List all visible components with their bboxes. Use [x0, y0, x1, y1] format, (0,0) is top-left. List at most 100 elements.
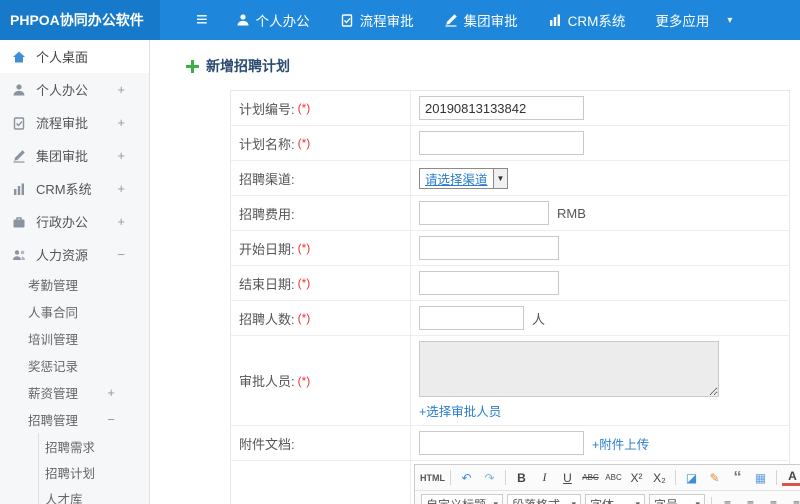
form-row-headcount: 招聘人数: (*) 人 [231, 301, 789, 336]
nav-label: CRM系统 [567, 14, 626, 29]
underline-button[interactable]: U [557, 468, 578, 488]
paragraph-format-select[interactable]: 段落格式 ▾ [507, 493, 581, 504]
sidebar-item-hr-contract[interactable]: 人事合同 [0, 298, 149, 325]
font-family-select[interactable]: 字体 ▾ [585, 493, 645, 504]
approver-textarea[interactable] [419, 341, 719, 397]
subscript-button[interactable]: X₂ [649, 468, 670, 488]
plan-name-input[interactable] [419, 131, 584, 155]
editor-toolbar-row2: 自定义标题 ▾ 段落格式 ▾ 字体 ▾ [415, 491, 800, 504]
expand-icon[interactable]: + [117, 149, 125, 162]
superscript-button[interactable]: X² [626, 468, 647, 488]
sidebar-item-recruit-plan[interactable]: 招聘计划 [39, 459, 149, 485]
sidebar-item-recruit-demand[interactable]: 招聘需求 [39, 433, 149, 459]
sidebar-item-label: 培训管理 [28, 333, 79, 347]
headcount-input[interactable] [419, 306, 524, 330]
choose-approver-link[interactable]: +选择审批人员 [419, 401, 501, 420]
sidebar-item-hr[interactable]: 人力资源 − [0, 238, 149, 271]
sidebar-item-admin-office[interactable]: 行政办公 + [0, 205, 149, 238]
sidebar-item-recruit-mgmt[interactable]: 招聘管理 − [0, 406, 149, 433]
align-left-icon[interactable]: ≡ [717, 494, 738, 504]
sidebar-item-reward-record[interactable]: 奖惩记录 [0, 352, 149, 379]
sidebar-item-label: 奖惩记录 [28, 360, 79, 374]
redo-icon[interactable]: ↷ [479, 468, 500, 488]
sidebar-item-process-approval[interactable]: 流程审批 + [0, 106, 149, 139]
nav-label: 更多应用 [655, 14, 710, 29]
table-icon[interactable]: ▦ [750, 468, 771, 488]
bold-button[interactable]: B [511, 468, 532, 488]
font-color-button[interactable]: A [782, 469, 800, 486]
sidebar-item-label: 个人桌面 [36, 50, 89, 65]
blockquote-icon[interactable]: “ [727, 468, 748, 488]
page-title: 新增招聘计划 [186, 56, 790, 76]
toolbar-separator [450, 470, 451, 485]
menu-toggle-icon[interactable]: ≡ [196, 10, 208, 30]
html-source-button[interactable]: HTML [420, 468, 445, 488]
sidebar-item-desktop[interactable]: 个人桌面 [0, 40, 149, 73]
expand-icon[interactable]: + [117, 83, 125, 96]
nav-personal-office[interactable]: 个人办公 [236, 10, 310, 30]
font-family-value: 字体 [590, 496, 614, 504]
form-row-plan-name: 计划名称: (*) [231, 126, 789, 161]
collapse-icon[interactable]: − [117, 248, 125, 261]
nav-label: 流程审批 [359, 14, 414, 29]
channel-select[interactable]: 请选择渠道 ▼ [419, 167, 509, 189]
attachment-upload-link[interactable]: +附件上传 [592, 434, 649, 453]
sidebar-item-training[interactable]: 培训管理 [0, 325, 149, 352]
format-painter-icon[interactable]: ✎ [704, 468, 725, 488]
align-justify-icon[interactable]: ≡ [786, 494, 800, 504]
nav-group-approval[interactable]: 集团审批 [444, 10, 518, 30]
sidebar-item-label: 行政办公 [36, 215, 89, 230]
sidebar-item-talent-pool[interactable]: 人才库 [39, 485, 149, 504]
page-title-text: 新增招聘计划 [206, 58, 290, 74]
expand-icon[interactable]: + [117, 116, 125, 129]
heading-style-value: 自定义标题 [426, 496, 486, 504]
nav-process-approval[interactable]: 流程审批 [340, 10, 414, 30]
align-center-icon[interactable]: ≡ [740, 494, 761, 504]
remove-format-icon[interactable]: ◪ [681, 468, 702, 488]
sidebar-item-label: 流程审批 [36, 116, 89, 131]
collapse-icon[interactable]: − [107, 413, 115, 426]
paragraph-format-value: 段落格式 [512, 496, 560, 504]
align-right-icon[interactable]: ≡ [763, 494, 784, 504]
sidebar-item-label: 个人办公 [36, 83, 89, 98]
sidebar-item-label: 考勤管理 [28, 279, 79, 293]
undo-icon[interactable]: ↶ [456, 468, 477, 488]
form-row-plan-number: 计划编号: (*) [231, 91, 789, 126]
start-date-input[interactable] [419, 236, 559, 260]
field-label: 结束日期: [239, 276, 295, 292]
font-size-select[interactable]: 字号 ▾ [649, 493, 705, 504]
italic-button[interactable]: I [534, 468, 555, 488]
heading-style-select[interactable]: 自定义标题 ▾ [421, 493, 503, 504]
attachment-input[interactable] [419, 431, 584, 455]
sidebar-item-crm[interactable]: CRM系统 + [0, 172, 149, 205]
nav-crm-system[interactable]: CRM系统 [548, 10, 626, 30]
required-mark: (*) [297, 373, 311, 388]
spellcheck-button[interactable]: ABC [603, 468, 624, 488]
sidebar-item-label: 招聘需求 [45, 440, 96, 455]
plan-number-input[interactable] [419, 96, 584, 120]
add-icon [186, 59, 199, 73]
sidebar: 个人桌面 个人办公 + 流程审批 + 集团审批 + CRM系统 + 行政办公 +… [0, 40, 150, 504]
required-mark: (*) [297, 276, 311, 290]
expand-icon[interactable]: + [117, 215, 125, 228]
field-label: 计划编号: [239, 101, 295, 117]
sidebar-item-group-approval[interactable]: 集团审批 + [0, 139, 149, 172]
toolbar-separator [711, 496, 712, 504]
strikethrough-button[interactable]: ABC [580, 468, 601, 488]
field-label: 开始日期: [239, 241, 295, 257]
editor-toolbar-row1: HTML ↶ ↷ B I U ABC ABC X² X₂ ◪ ✎ “ ▦ A [415, 465, 800, 491]
fee-input[interactable] [419, 201, 549, 225]
expand-icon[interactable]: + [117, 182, 125, 195]
sidebar-item-personal-office[interactable]: 个人办公 + [0, 73, 149, 106]
end-date-input[interactable] [419, 271, 559, 295]
sidebar-item-attendance[interactable]: 考勤管理 [0, 271, 149, 298]
top-nav: 个人办公 流程审批 集团审批 CRM系统 更多应用 ▾ [236, 10, 732, 30]
sidebar-item-label: 人事合同 [28, 306, 79, 320]
sidebar-item-salary-mgmt[interactable]: 薪资管理 + [0, 379, 149, 406]
expand-icon[interactable]: + [107, 386, 115, 399]
field-label: 计划名称: [239, 136, 295, 152]
nav-more-apps[interactable]: 更多应用 ▾ [655, 10, 732, 30]
chevron-down-icon: ▾ [493, 498, 498, 504]
home-icon [12, 50, 27, 64]
font-size-value: 字号 [654, 496, 678, 504]
